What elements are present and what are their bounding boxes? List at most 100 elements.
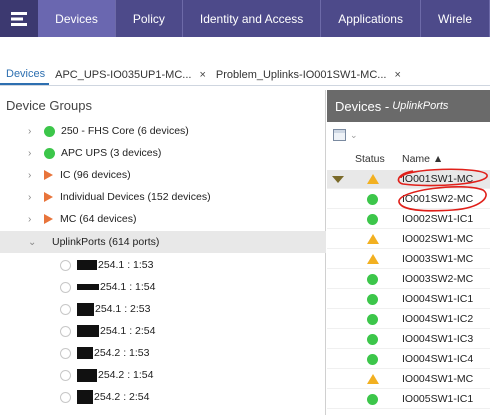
redaction-bar [77, 284, 99, 290]
table-row[interactable]: IO002SW1-IC1 [327, 210, 490, 229]
port-item[interactable]: 254.1 : 2:53 [0, 298, 326, 320]
redaction-bar [77, 260, 97, 270]
chevron-right-icon[interactable]: › [28, 148, 38, 159]
port-label: 254.2 : 1:53 [94, 347, 150, 359]
status-up-icon [44, 125, 55, 137]
device-name: IO002SW1-MC [402, 233, 474, 245]
port-item[interactable]: 254.1 : 1:54 [0, 276, 326, 298]
port-item[interactable]: 254.2 : 1:54 [0, 364, 326, 386]
tab-label: APC_UPS-IO035UP1-MC... [55, 69, 192, 81]
table-row[interactable]: IO004SW1-MC [327, 370, 490, 389]
port-label: 254.2 : 2:54 [94, 391, 150, 403]
radio-button[interactable] [60, 369, 71, 381]
port-label: 254.1 : 1:53 [98, 259, 154, 271]
table-row[interactable]: IO004SW1-IC3 [327, 330, 490, 349]
tab-devices[interactable]: Devices [0, 65, 50, 85]
group-label: UplinkPorts (614 ports) [52, 236, 160, 248]
nav-tab-devices[interactable]: Devices [38, 0, 116, 37]
table-row[interactable]: IO001SW1-MC [327, 170, 490, 189]
device-name: IO002SW1-IC1 [402, 213, 474, 225]
device-name: IO004SW1-IC4 [402, 353, 474, 365]
status-up-icon [367, 293, 378, 305]
panel-title: Devices - [335, 98, 390, 114]
status-up-icon [367, 393, 378, 405]
table-row[interactable]: IO002SW1-MC [327, 230, 490, 249]
port-item[interactable]: 254.1 : 2:54 [0, 320, 326, 342]
radio-button[interactable] [60, 281, 71, 293]
nav-tab-wireless[interactable]: Wirele [421, 0, 490, 37]
warning-icon [367, 374, 379, 384]
status-up-icon [367, 313, 378, 325]
warning-icon [367, 174, 379, 184]
warning-icon [367, 234, 379, 244]
status-up-icon [44, 147, 55, 159]
port-item[interactable]: 254.2 : 1:53 [0, 342, 326, 364]
spreadsheet-icon[interactable] [333, 129, 346, 141]
chevron-down-icon[interactable]: ⌄ [28, 237, 38, 248]
nav-tab-applications[interactable]: Applications [321, 0, 421, 37]
group-item[interactable]: › Individual Devices (152 devices) [0, 186, 326, 208]
devices-panel: Devices - UplinkPorts ⌄ Status Name ▲ IO… [327, 90, 490, 415]
device-name: IO004SW1-IC1 [402, 293, 474, 305]
redaction-bar [77, 368, 97, 382]
page-tabs: Devices APC_UPS-IO035UP1-MC... × Problem_… [0, 64, 490, 86]
column-name[interactable]: Name ▲ [402, 153, 443, 165]
redaction-bar [77, 325, 99, 337]
tab-label: Devices [6, 68, 46, 80]
radio-button[interactable] [60, 303, 71, 315]
chevron-right-icon[interactable]: › [28, 126, 38, 137]
group-item[interactable]: › IC (96 devices) [0, 164, 326, 186]
warning-flag-icon [44, 214, 53, 224]
device-name: IO005SW1-IC1 [402, 393, 474, 405]
port-label: 254.1 : 2:54 [100, 325, 156, 337]
table-row[interactable]: IO005SW1-IC1 [327, 390, 490, 409]
status-up-icon [367, 213, 378, 225]
nav-tab-identity-access[interactable]: Identity and Access [183, 0, 322, 37]
chevron-right-icon[interactable]: › [28, 170, 38, 181]
port-item[interactable]: 254.1 : 1:53 [0, 254, 326, 276]
group-label: 250 - FHS Core (6 devices) [61, 125, 189, 137]
group-item-selected[interactable]: ⌄ UplinkPorts (614 ports) [0, 231, 326, 253]
port-item[interactable]: 254.2 : 2:54 [0, 386, 326, 408]
port-label: 254.2 : 1:54 [98, 369, 154, 381]
tab-apc-ups[interactable]: APC_UPS-IO035UP1-MC... × [49, 65, 210, 85]
group-label: IC (96 devices) [60, 169, 131, 181]
group-label: APC UPS (3 devices) [61, 147, 162, 159]
expand-icon[interactable] [332, 175, 344, 183]
table-row[interactable]: IO004SW1-IC4 [327, 350, 490, 369]
redaction-bar [77, 347, 93, 359]
table-row[interactable]: IO003SW1-MC [327, 250, 490, 269]
port-label: 254.1 : 1:54 [100, 281, 156, 293]
table-row[interactable]: IO004SW1-IC1 [327, 290, 490, 309]
radio-button[interactable] [60, 347, 71, 359]
chevron-right-icon[interactable]: › [28, 214, 38, 225]
table-row[interactable]: IO004SW1-IC2 [327, 310, 490, 329]
device-groups-panel: Device Groups › 250 - FHS Core (6 device… [0, 90, 326, 415]
device-name: IO003SW2-MC [402, 273, 474, 285]
group-item[interactable]: › 250 - FHS Core (6 devices) [0, 120, 326, 142]
table-row[interactable]: IO001SW2-MC [327, 190, 490, 209]
close-icon[interactable]: × [199, 69, 205, 81]
top-nav: Devices Policy Identity and Access Appli… [0, 0, 490, 37]
tab-label: Problem_Uplinks-IO001SW1-MC... [215, 69, 387, 81]
device-name: IO004SW1-IC2 [402, 313, 474, 325]
radio-button[interactable] [60, 259, 71, 271]
nav-tab-policy[interactable]: Policy [116, 0, 183, 37]
radio-button[interactable] [60, 391, 71, 403]
chevron-down-icon[interactable]: ⌄ [350, 130, 358, 141]
group-item[interactable]: › MC (64 devices) [0, 208, 326, 230]
logo[interactable] [0, 0, 39, 37]
device-name: IO003SW1-MC [402, 253, 474, 265]
chevron-right-icon[interactable]: › [28, 192, 38, 203]
status-up-icon [367, 333, 378, 345]
port-label: 254.1 : 2:53 [95, 303, 151, 315]
column-status[interactable]: Status [355, 153, 385, 165]
tab-problem-uplinks[interactable]: Problem_Uplinks-IO001SW1-MC... × [210, 65, 405, 85]
radio-button[interactable] [60, 325, 71, 337]
status-up-icon [367, 353, 378, 365]
panel-header: Devices - UplinkPorts [327, 90, 490, 122]
group-item[interactable]: › APC UPS (3 devices) [0, 142, 326, 164]
close-icon[interactable]: × [394, 69, 400, 81]
table-row[interactable]: IO003SW2-MC [327, 270, 490, 289]
redaction-bar [77, 390, 93, 404]
